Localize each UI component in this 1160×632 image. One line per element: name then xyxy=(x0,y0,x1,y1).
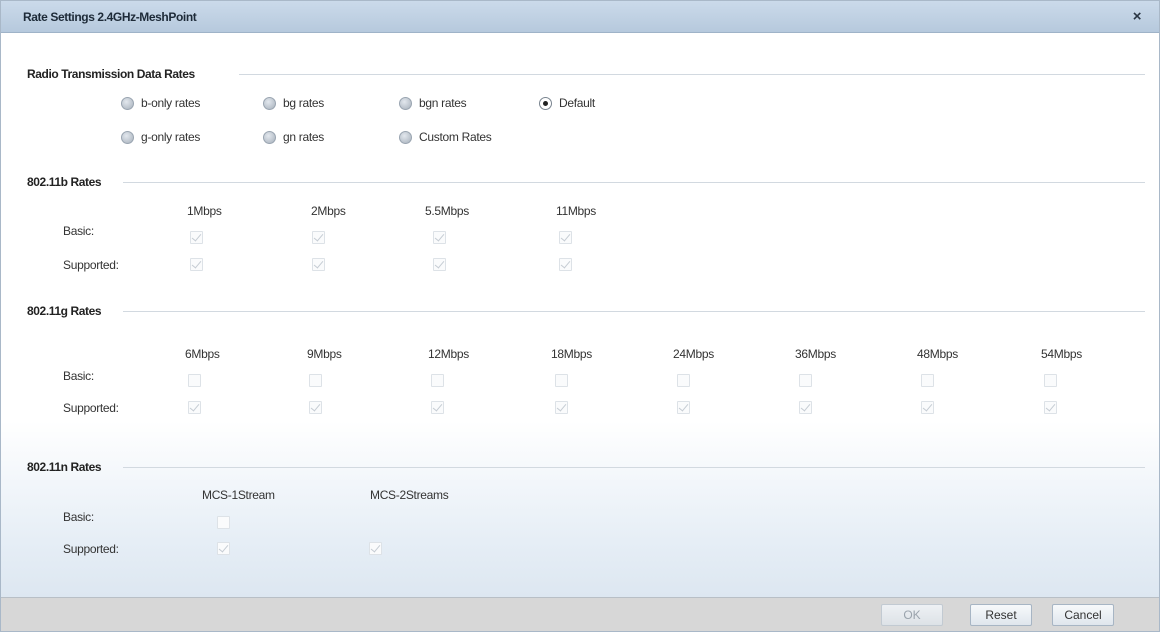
checkbox-11g-supported-6mbps[interactable] xyxy=(188,401,201,414)
radio-button-icon[interactable] xyxy=(263,130,276,144)
section-divider xyxy=(123,311,1145,312)
column-header-5-5mbps: 5.5Mbps xyxy=(425,204,469,218)
column-header-2mbps: 2Mbps xyxy=(311,204,346,218)
rate-settings-dialog: Rate Settings 2.4GHz-MeshPoint × Radio T… xyxy=(0,0,1160,632)
section-title: 802.11n Rates xyxy=(27,460,102,474)
checkbox-11g-basic-6mbps[interactable] xyxy=(188,374,201,387)
row-label-supported: Supported: xyxy=(63,542,119,556)
row-label-basic: Basic: xyxy=(63,510,94,524)
radio-label: Custom Rates xyxy=(419,130,492,144)
checkbox-11n-supported-mcs-2streams[interactable] xyxy=(369,542,382,555)
column-header-48mbps: 48Mbps xyxy=(917,347,958,361)
rates-11g-section-header: 802.11g Rates xyxy=(27,304,1145,318)
row-label-basic: Basic: xyxy=(63,369,94,383)
radio-button-icon[interactable] xyxy=(263,96,276,110)
checkbox-11g-basic-24mbps[interactable] xyxy=(677,374,690,387)
radio-label: b-only rates xyxy=(141,96,201,110)
radio-button-icon[interactable] xyxy=(121,96,134,110)
checkbox-11b-basic-2mbps[interactable] xyxy=(312,231,325,244)
dialog-footer: OK Reset Cancel xyxy=(1,597,1159,631)
row-label-supported: Supported: xyxy=(63,258,119,272)
checkbox-11b-supported-11mbps[interactable] xyxy=(559,258,572,271)
radio-custom-rates[interactable]: Custom Rates xyxy=(399,129,492,145)
radio-g-only-rates[interactable]: g-only rates xyxy=(121,129,200,145)
checkbox-11b-basic-11mbps[interactable] xyxy=(559,231,572,244)
checkbox-11g-basic-18mbps[interactable] xyxy=(555,374,568,387)
checkbox-11b-supported-5-5mbps[interactable] xyxy=(433,258,446,271)
checkbox-11b-basic-1mbps[interactable] xyxy=(190,231,203,244)
section-title: Radio Transmission Data Rates xyxy=(27,67,195,81)
radio-label: bg rates xyxy=(283,96,324,110)
section-title: 802.11b Rates xyxy=(27,175,102,189)
section-title: 802.11g Rates xyxy=(27,304,102,318)
checkbox-11b-basic-5-5mbps[interactable] xyxy=(433,231,446,244)
checkbox-11g-supported-24mbps[interactable] xyxy=(677,401,690,414)
radio-button-icon[interactable] xyxy=(399,96,412,110)
radio-label: bgn rates xyxy=(419,96,467,110)
cancel-button[interactable]: Cancel xyxy=(1052,604,1114,626)
radio-bg-rates[interactable]: bg rates xyxy=(263,95,324,111)
column-header-36mbps: 36Mbps xyxy=(795,347,836,361)
column-header-54mbps: 54Mbps xyxy=(1041,347,1082,361)
radio-rates-section-header: Radio Transmission Data Rates xyxy=(27,67,1145,81)
ok-button[interactable]: OK xyxy=(881,604,943,626)
column-header-mcs-2streams: MCS-2Streams xyxy=(370,488,449,502)
radio-button-icon[interactable] xyxy=(121,130,134,144)
checkbox-11g-supported-18mbps[interactable] xyxy=(555,401,568,414)
radio-button-selected-icon[interactable] xyxy=(539,96,552,110)
checkbox-11g-basic-54mbps[interactable] xyxy=(1044,374,1057,387)
section-divider xyxy=(123,467,1145,468)
checkbox-11g-supported-48mbps[interactable] xyxy=(921,401,934,414)
column-header-6mbps: 6Mbps xyxy=(185,347,220,361)
checkbox-11g-supported-9mbps[interactable] xyxy=(309,401,322,414)
checkbox-11g-supported-12mbps[interactable] xyxy=(431,401,444,414)
checkbox-11n-basic-mcs-1stream[interactable] xyxy=(217,516,230,529)
dialog-titlebar: Rate Settings 2.4GHz-MeshPoint × xyxy=(1,1,1159,33)
checkbox-11g-basic-9mbps[interactable] xyxy=(309,374,322,387)
column-header-12mbps: 12Mbps xyxy=(428,347,469,361)
rates-11b-section-header: 802.11b Rates xyxy=(27,175,1145,189)
rates-11n-section-header: 802.11n Rates xyxy=(27,460,1145,474)
checkbox-11g-basic-48mbps[interactable] xyxy=(921,374,934,387)
radio-label: Default xyxy=(559,96,595,110)
checkbox-11n-supported-mcs-1stream[interactable] xyxy=(217,542,230,555)
checkbox-11b-supported-1mbps[interactable] xyxy=(190,258,203,271)
column-header-11mbps: 11Mbps xyxy=(556,204,597,218)
column-header-1mbps: 1Mbps xyxy=(187,204,222,218)
section-divider xyxy=(239,74,1145,75)
radio-bgn-rates[interactable]: bgn rates xyxy=(399,95,467,111)
radio-b-only-rates[interactable]: b-only rates xyxy=(121,95,200,111)
row-label-basic: Basic: xyxy=(63,224,94,238)
section-divider xyxy=(123,182,1145,183)
column-header-18mbps: 18Mbps xyxy=(551,347,592,361)
checkbox-11g-supported-36mbps[interactable] xyxy=(799,401,812,414)
checkbox-11b-supported-2mbps[interactable] xyxy=(312,258,325,271)
radio-label: gn rates xyxy=(283,130,324,144)
row-label-supported: Supported: xyxy=(63,401,119,415)
column-header-9mbps: 9Mbps xyxy=(307,347,342,361)
reset-button[interactable]: Reset xyxy=(970,604,1032,626)
radio-button-icon[interactable] xyxy=(399,130,412,144)
checkbox-11g-basic-12mbps[interactable] xyxy=(431,374,444,387)
radio-label: g-only rates xyxy=(141,130,201,144)
column-header-24mbps: 24Mbps xyxy=(673,347,714,361)
dialog-title: Rate Settings 2.4GHz-MeshPoint xyxy=(23,10,197,24)
checkbox-11g-supported-54mbps[interactable] xyxy=(1044,401,1057,414)
close-icon[interactable]: × xyxy=(1129,9,1145,25)
radio-default[interactable]: Default xyxy=(539,95,595,111)
column-header-mcs-1stream: MCS-1Stream xyxy=(202,488,275,502)
checkbox-11g-basic-36mbps[interactable] xyxy=(799,374,812,387)
radio-gn-rates[interactable]: gn rates xyxy=(263,129,324,145)
